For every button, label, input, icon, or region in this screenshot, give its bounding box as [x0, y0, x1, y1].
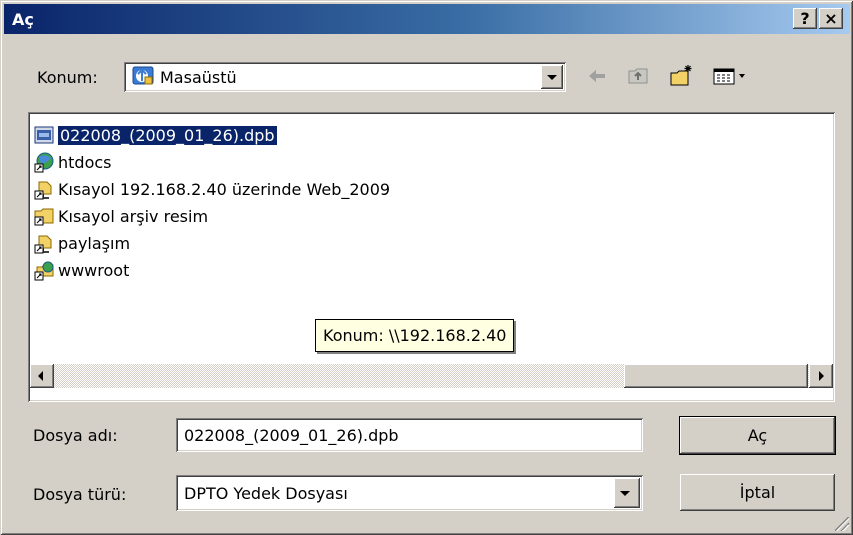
file-name: 022008_(2009_01_26).dpb [57, 124, 278, 146]
open-button[interactable]: Aç [679, 416, 836, 455]
file-name: Kısayol arşiv resim [58, 206, 209, 226]
file-name: wwwroot [58, 260, 130, 280]
scroll-left-button[interactable] [30, 364, 54, 388]
cancel-button[interactable]: İptal [680, 474, 835, 511]
horizontal-scrollbar[interactable] [30, 364, 833, 388]
list-item[interactable]: wwwroot [33, 258, 129, 282]
location-dropdown-button[interactable] [541, 65, 563, 89]
filetype-label: Dosya türü: [33, 485, 127, 504]
desktop-icon [132, 66, 154, 86]
filename-value: 022008_(2009_01_26).dpb [184, 426, 399, 445]
new-folder-icon[interactable] [668, 63, 696, 89]
close-button[interactable]: × [819, 8, 843, 29]
folder-shortcut-icon [33, 205, 55, 227]
list-item[interactable]: htdocs [33, 150, 112, 174]
location-value: Masaüstü [160, 68, 237, 87]
list-item[interactable]: 022008_(2009_01_26).dpb [33, 123, 278, 147]
file-name: htdocs [58, 152, 112, 172]
scroll-right-button[interactable] [809, 364, 833, 388]
file-name: Kısayol 192.168.2.40 üzerinde Web_2009 [58, 179, 391, 199]
filetype-value: DPTO Yedek Dosyası [184, 484, 348, 503]
network-folder-shortcut-icon [33, 178, 55, 200]
open-file-dialog: Aç ? × Konum: Masaüstü 022008_(2009_01_2… [0, 0, 853, 535]
location-combo[interactable]: Masaüstü [124, 62, 566, 92]
network-share-shortcut-icon [33, 259, 55, 281]
list-item[interactable]: paylaşım [33, 231, 130, 255]
file-name: paylaşım [58, 233, 131, 253]
filetype-combo[interactable]: DPTO Yedek Dosyası [176, 475, 643, 511]
up-folder-icon[interactable] [625, 63, 653, 89]
network-shortcut-icon [33, 151, 55, 173]
location-tooltip: Konum: \\192.168.2.40 [315, 319, 515, 352]
dpb-file-icon [33, 124, 55, 146]
title-bar[interactable]: Aç ? × [4, 4, 850, 34]
network-folder-shortcut-icon [33, 232, 55, 254]
help-button[interactable]: ? [793, 8, 817, 29]
list-item[interactable]: Kısayol arşiv resim [33, 204, 208, 228]
location-label: Konum: [37, 68, 98, 87]
resize-grip[interactable] [835, 517, 849, 531]
list-item[interactable]: Kısayol 192.168.2.40 üzerinde Web_2009 [33, 177, 390, 201]
back-arrow-icon[interactable] [583, 63, 611, 89]
filename-label: Dosya adı: [33, 426, 118, 445]
window-title: Aç [12, 10, 34, 29]
file-list[interactable]: 022008_(2009_01_26).dpb htdocs Kısayol 1… [28, 112, 835, 402]
filetype-dropdown-button[interactable] [614, 478, 640, 508]
view-menu-icon[interactable] [711, 63, 751, 89]
scroll-thumb[interactable] [624, 364, 808, 388]
filename-input[interactable]: 022008_(2009_01_26).dpb [176, 418, 643, 452]
